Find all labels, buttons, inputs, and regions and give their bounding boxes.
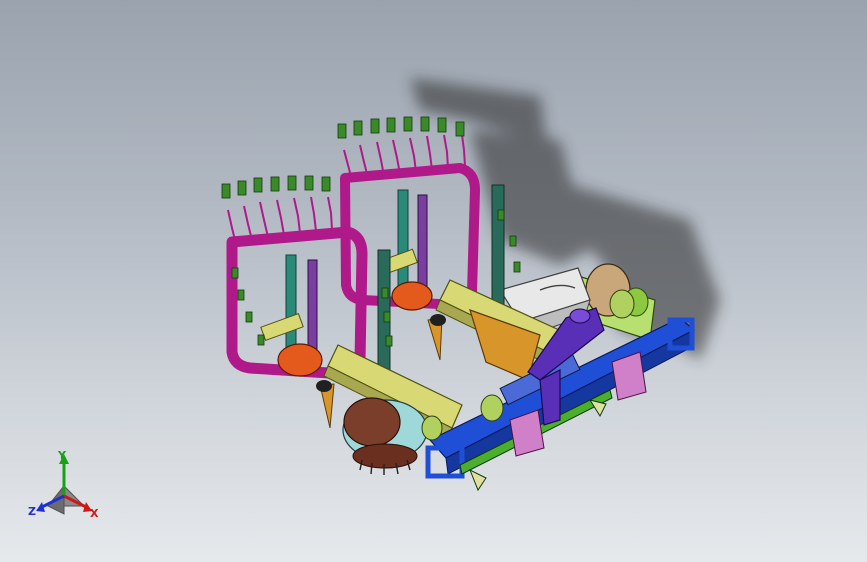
press-wheel-front[interactable] — [342, 397, 428, 475]
z-axis-label: Z — [28, 505, 36, 518]
frame-unit-front[interactable] — [226, 226, 391, 381]
x-axis-label: X — [90, 507, 99, 520]
cad-viewport[interactable]: Y X Z — [0, 0, 867, 562]
seed-finger-tips-rear — [337, 116, 465, 139]
seed-finger-tips-front — [221, 175, 331, 199]
y-axis-label: Y — [57, 449, 67, 462]
coordinate-triad[interactable]: Y X Z — [26, 448, 106, 522]
frame-unit-rear[interactable] — [340, 163, 505, 316]
planter-assembly-model[interactable] — [0, 0, 867, 562]
